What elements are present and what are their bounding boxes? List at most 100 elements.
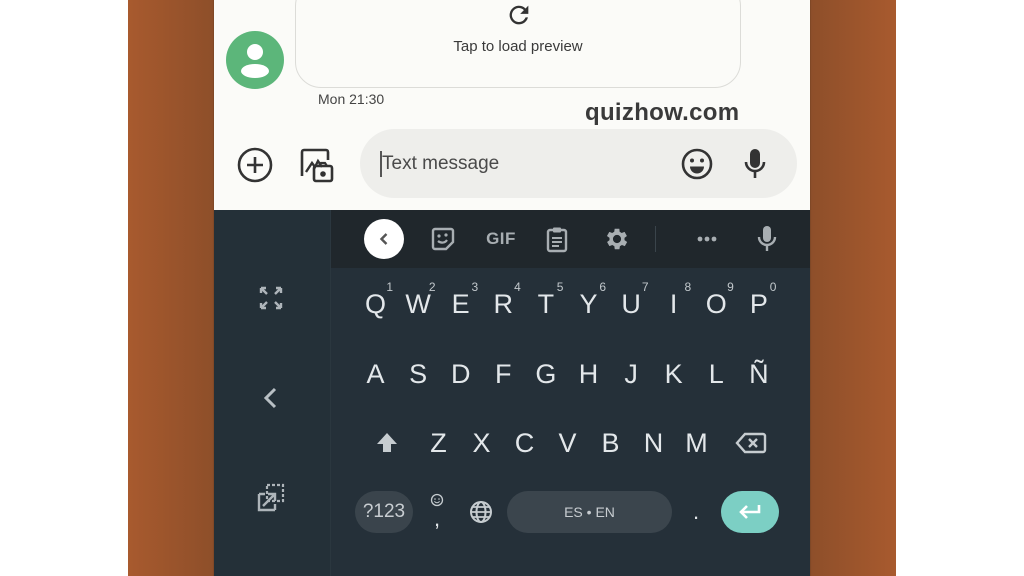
- key-k[interactable]: K: [652, 344, 695, 404]
- expand-keyboard-button[interactable]: [254, 281, 288, 315]
- key-label: X: [472, 427, 491, 458]
- phone-screen: Tap to load preview Mon 21:30 quizhow.co…: [214, 0, 810, 576]
- key-p[interactable]: P0: [737, 274, 780, 334]
- key-label: N: [643, 427, 664, 458]
- key-number-hint: 2: [428, 280, 436, 294]
- watermark: quizhow.com: [585, 99, 740, 126]
- key-number-hint: 4: [514, 280, 521, 294]
- side-back-button[interactable]: [254, 381, 288, 415]
- sticker-button[interactable]: [425, 221, 461, 257]
- key-label: L: [708, 358, 724, 389]
- key-label: Ñ: [749, 358, 769, 389]
- key-row-1: Q1W2E3R4T5Y6U7I8O9P0: [331, 274, 810, 334]
- key-c[interactable]: C: [503, 413, 546, 473]
- microphone-icon: [744, 149, 766, 178]
- key-e[interactable]: E3: [439, 274, 482, 334]
- key-ñ[interactable]: Ñ: [737, 344, 780, 404]
- key-o[interactable]: O9: [695, 274, 738, 334]
- contact-avatar[interactable]: [226, 31, 284, 89]
- more-options-button[interactable]: [689, 221, 725, 257]
- key-number-hint: 6: [599, 280, 606, 294]
- key-j[interactable]: J: [610, 344, 653, 404]
- key-l[interactable]: L: [695, 344, 738, 404]
- key-number-hint: 3: [471, 280, 479, 294]
- enter-arrow-icon: [739, 505, 761, 519]
- emoji-icon: [681, 148, 713, 180]
- keyboard-voice-button[interactable]: [749, 221, 785, 257]
- key-number-hint: 7: [641, 280, 649, 294]
- gallery-camera-button[interactable]: [298, 146, 336, 184]
- backspace-icon: [735, 432, 767, 454]
- key-label: Y: [579, 288, 598, 319]
- key-g[interactable]: G: [524, 344, 567, 404]
- key-n[interactable]: N: [632, 413, 675, 473]
- key-f[interactable]: F: [482, 344, 525, 404]
- key-m[interactable]: M: [675, 413, 718, 473]
- key-number-hint: 9: [727, 280, 734, 294]
- key-row-2: ASDFGHJKLÑ: [331, 344, 810, 404]
- toolbar-divider: [655, 226, 656, 252]
- clipboard-icon: [546, 227, 568, 253]
- key-label: Q: [364, 288, 386, 319]
- language-key[interactable]: [461, 482, 501, 542]
- on-screen-keyboard: GIF Q 1 W 2 E 3 R 4 T 5 Y 6 U 7 I 8 O 9 …: [214, 210, 810, 576]
- key-number-hint: 0: [769, 280, 777, 294]
- voice-input-button[interactable]: [738, 146, 772, 182]
- shift-key[interactable]: [365, 413, 408, 473]
- key-label: A: [366, 358, 385, 389]
- keyboard-side-panel: [214, 210, 331, 576]
- preview-label: Tap to load preview: [453, 38, 583, 55]
- key-u[interactable]: U7: [610, 274, 653, 334]
- link-preview-card[interactable]: Tap to load preview: [295, 0, 741, 88]
- settings-button[interactable]: [599, 221, 635, 257]
- key-label: V: [558, 427, 577, 458]
- globe-icon: [470, 501, 492, 523]
- key-label: W: [405, 288, 431, 319]
- floating-keyboard-button[interactable]: [254, 481, 288, 515]
- keyboard-toolbar: GIF: [331, 210, 810, 268]
- key-number-hint: 5: [556, 280, 564, 294]
- key-row-bottom: ?123 , ES • EN .: [331, 482, 810, 542]
- key-number-hint: 1: [386, 280, 393, 294]
- key-label: T: [537, 288, 555, 319]
- emoji-comma-key[interactable]: ,: [417, 482, 457, 542]
- backspace-key[interactable]: [728, 413, 774, 473]
- message-input[interactable]: [382, 129, 672, 198]
- settings-gear-icon: [606, 228, 628, 250]
- float-window-icon: [257, 483, 285, 512]
- key-label: Z: [430, 427, 447, 458]
- small-emoji-icon: [430, 493, 444, 507]
- key-label: U: [621, 288, 641, 319]
- key-d[interactable]: D: [439, 344, 482, 404]
- key-b[interactable]: B: [589, 413, 632, 473]
- key-q[interactable]: Q1: [354, 274, 397, 334]
- gif-button[interactable]: GIF: [479, 221, 523, 257]
- key-label: R: [493, 288, 514, 319]
- key-h[interactable]: H: [567, 344, 610, 404]
- key-x[interactable]: X: [460, 413, 503, 473]
- message-timestamp: Mon 21:30: [318, 91, 385, 107]
- key-i[interactable]: I8: [652, 274, 695, 334]
- gif-label: GIF: [486, 229, 516, 248]
- shift-arrow-icon: [376, 433, 397, 452]
- key-y[interactable]: Y6: [567, 274, 610, 334]
- sticker-icon: [431, 227, 455, 251]
- period-key[interactable]: .: [676, 482, 716, 542]
- enter-key[interactable]: [721, 491, 779, 533]
- key-z[interactable]: Z: [417, 413, 460, 473]
- expand-icon: [259, 286, 283, 310]
- key-v[interactable]: V: [546, 413, 589, 473]
- key-r[interactable]: R4: [482, 274, 525, 334]
- symbols-key[interactable]: ?123: [355, 491, 413, 533]
- key-t[interactable]: T5: [524, 274, 567, 334]
- back-chevron-icon: [263, 387, 277, 409]
- key-s[interactable]: S: [397, 344, 440, 404]
- emoji-button[interactable]: [680, 147, 714, 181]
- collapse-toolbar-button[interactable]: [364, 219, 404, 259]
- message-compose-field[interactable]: [360, 129, 797, 198]
- add-attachment-button[interactable]: [236, 146, 274, 184]
- key-a[interactable]: A: [354, 344, 397, 404]
- space-bar[interactable]: ES • EN: [507, 491, 672, 533]
- clipboard-button[interactable]: [539, 221, 575, 257]
- key-w[interactable]: W2: [397, 274, 440, 334]
